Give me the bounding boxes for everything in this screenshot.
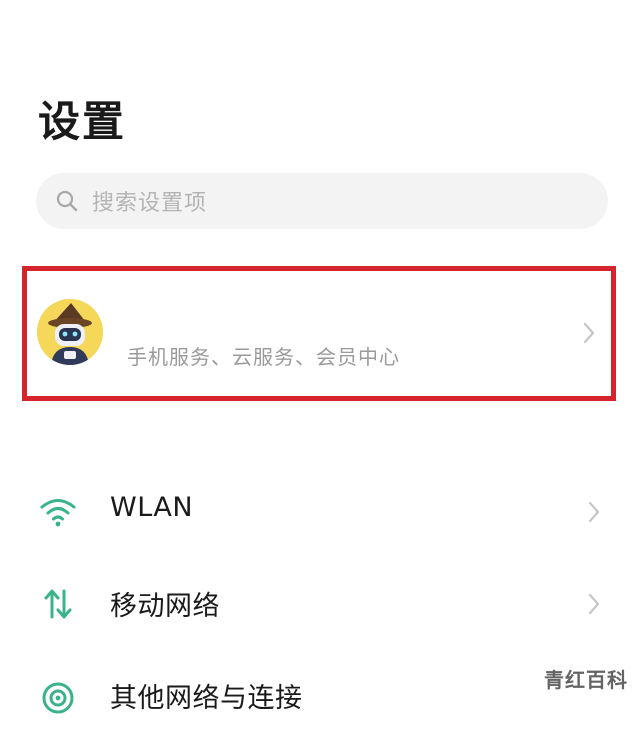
wifi-icon	[38, 494, 78, 530]
settings-row-label: 其他网络与连接	[110, 683, 303, 714]
avatar[interactable]	[37, 299, 103, 365]
settings-row-label: 移动网络	[110, 591, 220, 622]
chevron-right-icon	[586, 500, 602, 524]
page-title: 设置	[38, 97, 127, 146]
settings-row-wlan[interactable]: WLAN	[0, 472, 640, 552]
chevron-right-icon	[586, 592, 602, 616]
other-network-icon	[38, 678, 78, 714]
search-bar[interactable]: 搜索设置项	[36, 173, 608, 229]
avatar-robot-icon	[37, 299, 103, 365]
mobile-network-icon	[38, 586, 78, 622]
account-subtitle: 手机服务、云服务、会员中心	[127, 345, 400, 369]
search-placeholder: 搜索设置项	[92, 191, 208, 216]
settings-row-label: WLAN	[110, 492, 194, 523]
search-icon	[54, 188, 80, 214]
chevron-right-icon	[581, 321, 597, 345]
settings-row-mobile-network[interactable]: 移动网络	[0, 564, 640, 644]
watermark: 青红百科	[544, 668, 628, 692]
account-card[interactable]: 手机服务、云服务、会员中心	[22, 266, 616, 401]
